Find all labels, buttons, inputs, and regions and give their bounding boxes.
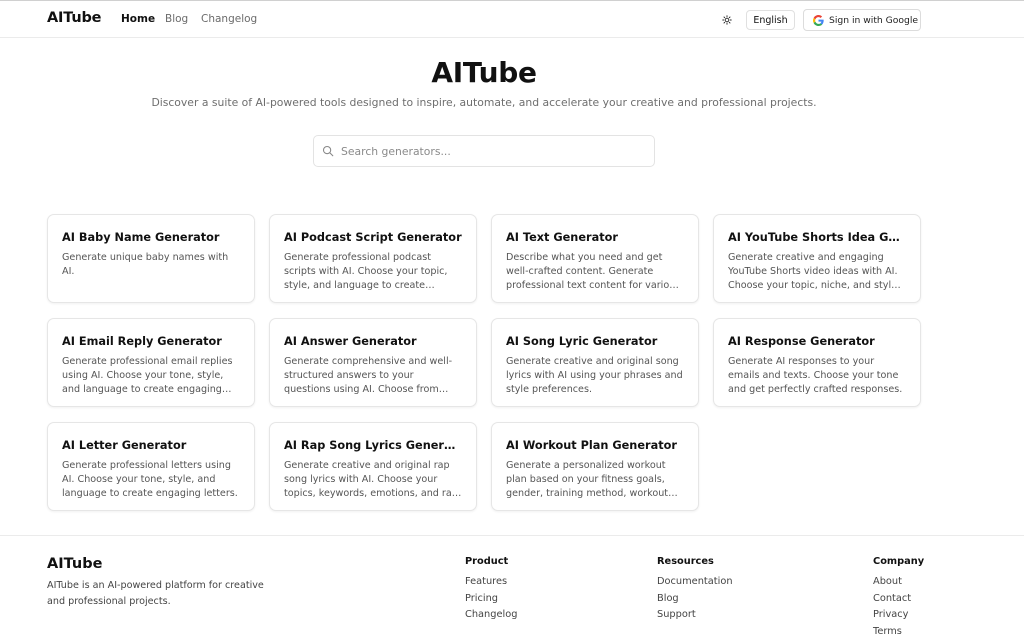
card-title: AI Email Reply Generator [62, 335, 222, 348]
footer-description: AITube is an AI-powered platform for cre… [47, 580, 264, 607]
card-description: Generate unique baby names with AI. [62, 252, 229, 277]
nav-link-changelog[interactable]: Changelog [201, 13, 257, 25]
footer-column-product: Product Features Pricing Changelog [465, 556, 517, 624]
footer-link-terms[interactable]: Terms [873, 624, 924, 641]
card-title: AI Response Generator [728, 335, 875, 348]
card-description: Describe what you need and get well-craf… [506, 252, 681, 291]
hero-subtitle: Discover a suite of AI-powered tools des… [151, 96, 817, 109]
google-icon [813, 14, 824, 26]
card-ai-song-lyric-generator[interactable]: AI Song Lyric Generator Generate creativ… [491, 318, 699, 407]
footer-logo[interactable]: AITube [47, 556, 102, 572]
card-description: Generate creative and original rap song … [284, 460, 458, 499]
search-icon [322, 145, 334, 157]
footer-link-privacy[interactable]: Privacy [873, 607, 924, 624]
site-logo[interactable]: AITube [47, 10, 101, 26]
card-ai-youtube-shorts-idea-generator[interactable]: AI YouTube Shorts Idea Generator Generat… [713, 214, 921, 303]
card-description: Generate comprehensive and well-structur… [284, 356, 453, 395]
card-description: Generate creative and engaging YouTube S… [728, 252, 898, 291]
card-description: Generate a personalized workout plan bas… [506, 460, 669, 499]
google-signin-label: Sign in with Google [829, 14, 919, 26]
nav-link-home[interactable]: Home [121, 13, 155, 25]
search-box [313, 135, 655, 167]
footer-column-company: Company About Contact Privacy Terms [873, 556, 924, 640]
navbar: AITube Home Blog Changelog English Sign … [0, 1, 1024, 38]
card-ai-baby-name-generator[interactable]: AI Baby Name Generator Generate unique b… [47, 214, 255, 303]
footer-link-blog[interactable]: Blog [657, 591, 733, 608]
footer-link-changelog[interactable]: Changelog [465, 607, 517, 624]
card-description: Generate professional podcast scripts wi… [284, 252, 448, 291]
card-description: Generate professional email replies usin… [62, 356, 233, 395]
card-ai-email-reply-generator[interactable]: AI Email Reply Generator Generate profes… [47, 318, 255, 407]
google-signin-button[interactable]: Sign in with Google [803, 9, 921, 31]
card-description: Generate professional letters using AI. … [62, 460, 238, 499]
card-title: AI Rap Song Lyrics Generator [284, 439, 462, 452]
search-input[interactable] [341, 144, 641, 158]
card-title: AI YouTube Shorts Idea Generator [728, 231, 906, 244]
footer-link-features[interactable]: Features [465, 574, 517, 591]
nav-link-blog[interactable]: Blog [165, 13, 188, 25]
theme-toggle-button[interactable] [717, 10, 736, 29]
card-ai-answer-generator[interactable]: AI Answer Generator Generate comprehensi… [269, 318, 477, 407]
card-description: Generate AI responses to your emails and… [728, 356, 903, 395]
card-ai-response-generator[interactable]: AI Response Generator Generate AI respon… [713, 318, 921, 407]
card-title: AI Podcast Script Generator [284, 231, 462, 244]
card-title: AI Song Lyric Generator [506, 335, 658, 348]
footer-heading: Product [465, 556, 509, 567]
card-title: AI Baby Name Generator [62, 231, 220, 244]
card-ai-text-generator[interactable]: AI Text Generator Describe what you need… [491, 214, 699, 303]
card-title: AI Answer Generator [284, 335, 417, 348]
language-button[interactable]: English [746, 10, 795, 30]
sun-icon [721, 10, 732, 29]
footer-heading: Company [873, 556, 925, 567]
card-ai-podcast-script-generator[interactable]: AI Podcast Script Generator Generate pro… [269, 214, 477, 303]
footer-heading: Resources [657, 556, 714, 567]
card-ai-workout-plan-generator[interactable]: AI Workout Plan Generator Generate a per… [491, 422, 699, 511]
card-ai-letter-generator[interactable]: AI Letter Generator Generate professiona… [47, 422, 255, 511]
footer-column-resources: Resources Documentation Blog Support [657, 556, 733, 624]
hero-title: AITube [431, 56, 537, 89]
card-description: Generate creative and original song lyri… [506, 356, 683, 395]
footer-link-documentation[interactable]: Documentation [657, 574, 733, 591]
card-title: AI Workout Plan Generator [506, 439, 677, 452]
card-title: AI Letter Generator [62, 439, 187, 452]
card-ai-rap-song-lyrics-generator[interactable]: AI Rap Song Lyrics Generator Generate cr… [269, 422, 477, 511]
footer-link-contact[interactable]: Contact [873, 591, 924, 608]
footer: AITube AITube is an AI-powered platform … [0, 535, 1024, 644]
footer-link-pricing[interactable]: Pricing [465, 591, 517, 608]
footer-link-support[interactable]: Support [657, 607, 733, 624]
footer-link-about[interactable]: About [873, 574, 924, 591]
card-title: AI Text Generator [506, 231, 618, 244]
